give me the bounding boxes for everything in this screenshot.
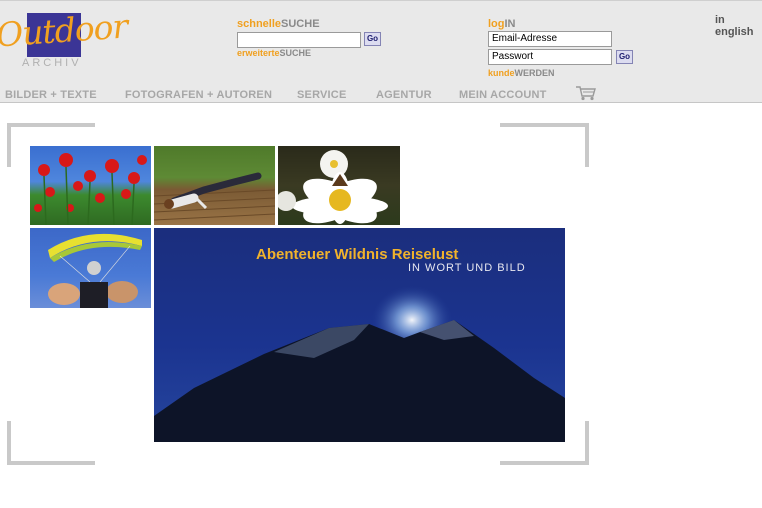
photo-poppies[interactable] — [30, 146, 151, 225]
quick-search-go-button[interactable]: Go — [364, 32, 381, 46]
site-header: Outdoor ARCHIV schnelleSUCHE Go erweiter… — [0, 0, 762, 103]
nav-item-agency[interactable]: AGENTUR — [376, 89, 432, 101]
person-on-deck-image — [154, 172, 275, 221]
frame-corner-top-left-v — [7, 123, 11, 167]
register-link[interactable]: kundeWERDEN — [488, 68, 555, 78]
quick-search-label-prefix: schnelle — [237, 18, 282, 30]
quick-search-label-main: SUCHE — [281, 18, 320, 30]
frame-corner-top-left-h — [7, 123, 95, 127]
nav-item-images-texts[interactable]: BILDER + TEXTE — [5, 89, 97, 101]
frame-corner-top-right-h — [500, 123, 589, 127]
banner-title: Abenteuer Wildnis Reiselust — [256, 246, 459, 263]
photo-butterfly-daisy[interactable] — [278, 146, 400, 225]
nav-item-my-account[interactable]: MEIN ACCOUNT — [459, 89, 547, 101]
extended-search-link[interactable]: erweiterteSUCHE — [237, 48, 311, 58]
frame-corner-bottom-left-h — [7, 461, 95, 465]
quick-search-label: schnelleSUCHE — [237, 18, 320, 30]
photo-person-on-deck[interactable] — [154, 146, 275, 225]
login-label-main: IN — [504, 18, 516, 30]
logo-script: Outdoor — [0, 6, 129, 55]
logo-sub: ARCHIV — [22, 57, 82, 69]
frame-corner-bottom-right-v — [585, 421, 589, 465]
extended-search-prefix: erweiterte — [237, 48, 280, 58]
poppies-image — [34, 153, 147, 225]
language-link[interactable]: in english — [715, 14, 762, 38]
login-go-button[interactable]: Go — [616, 50, 633, 64]
login-label-prefix: log — [488, 18, 505, 30]
paraglider-image — [48, 233, 142, 308]
nav-item-service[interactable]: SERVICE — [297, 89, 347, 101]
email-field[interactable]: Email-Adresse — [488, 31, 612, 47]
register-main: WERDEN — [514, 68, 555, 78]
frame-corner-bottom-right-h — [500, 461, 589, 465]
butterfly-daisy-image — [278, 150, 388, 224]
quick-search-input[interactable] — [237, 32, 361, 48]
nav-item-photographers-authors[interactable]: FOTOGRAFEN + AUTOREN — [125, 89, 272, 101]
frame-corner-bottom-left-v — [7, 421, 11, 465]
photo-paraglider[interactable] — [30, 228, 151, 308]
password-field[interactable]: Passwort — [488, 49, 612, 65]
frame-corner-top-right-v — [585, 123, 589, 167]
shopping-cart-icon[interactable] — [575, 85, 597, 101]
banner-subtitle: IN WORT UND BILD — [408, 262, 526, 274]
hero-banner[interactable]: Abenteuer Wildnis Reiselust IN WORT UND … — [154, 228, 565, 442]
login-label: logIN — [488, 18, 516, 30]
extended-search-main: SUCHE — [279, 48, 312, 58]
register-prefix: kunde — [488, 68, 515, 78]
